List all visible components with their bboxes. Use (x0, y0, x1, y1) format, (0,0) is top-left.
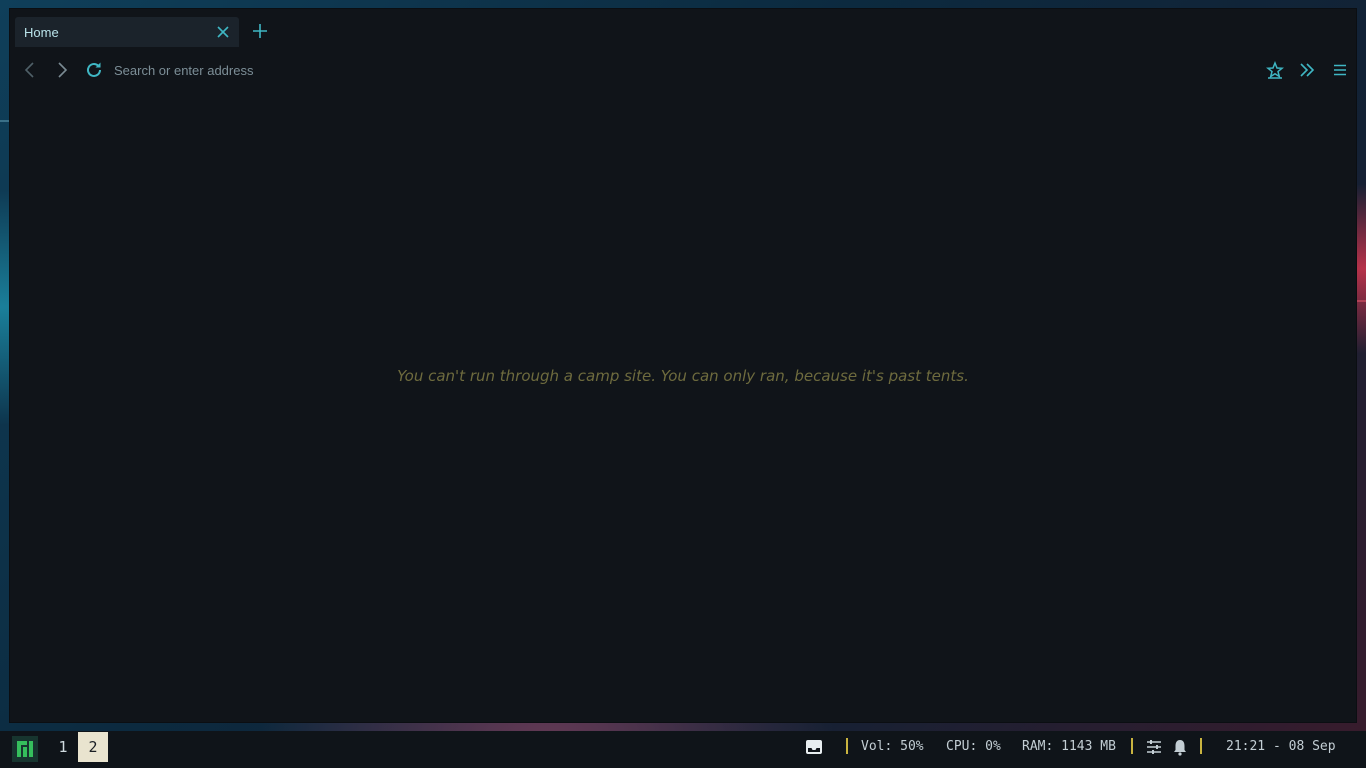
sliders-icon[interactable] (1144, 737, 1164, 757)
workspace-button-active[interactable]: 2 (78, 732, 108, 762)
tab-strip: Home (10, 9, 1356, 49)
double-chevron-right-icon[interactable] (1296, 59, 1318, 81)
separator (846, 738, 848, 754)
manjaro-logo-icon[interactable] (12, 736, 38, 762)
cpu-status: CPU: 0% (946, 739, 1001, 754)
workspace-button[interactable]: 1 (48, 732, 78, 762)
close-icon[interactable] (215, 24, 231, 40)
bell-icon[interactable] (1170, 737, 1190, 757)
browser-window: Home Search or enter address You can't r… (9, 8, 1357, 723)
clock[interactable]: 21:21 - 08 Sep (1226, 739, 1336, 754)
plus-icon[interactable] (250, 21, 270, 41)
hamburger-menu-icon[interactable] (1329, 59, 1351, 81)
wallpaper-streak (0, 120, 9, 122)
chevron-left-icon[interactable] (19, 59, 41, 81)
tab-title: Home (24, 25, 59, 40)
tab-home[interactable]: Home (15, 17, 239, 47)
taskbar: 1 2 Vol: 50% CPU: 0% RAM: 1143 MB 21:21 … (0, 731, 1366, 768)
star-icon[interactable] (1264, 59, 1286, 81)
wallpaper-streak (1357, 300, 1366, 302)
separator (1131, 738, 1133, 754)
new-tab-message: You can't run through a camp site. You c… (397, 367, 969, 385)
navigation-toolbar (10, 49, 1356, 91)
chevron-right-icon[interactable] (51, 59, 73, 81)
volume-status[interactable]: Vol: 50% (861, 739, 924, 754)
inbox-icon[interactable] (804, 737, 824, 757)
reload-icon[interactable] (83, 59, 105, 81)
separator (1200, 738, 1202, 754)
ram-status: RAM: 1143 MB (1022, 739, 1116, 754)
address-bar-input[interactable] (114, 58, 1244, 82)
